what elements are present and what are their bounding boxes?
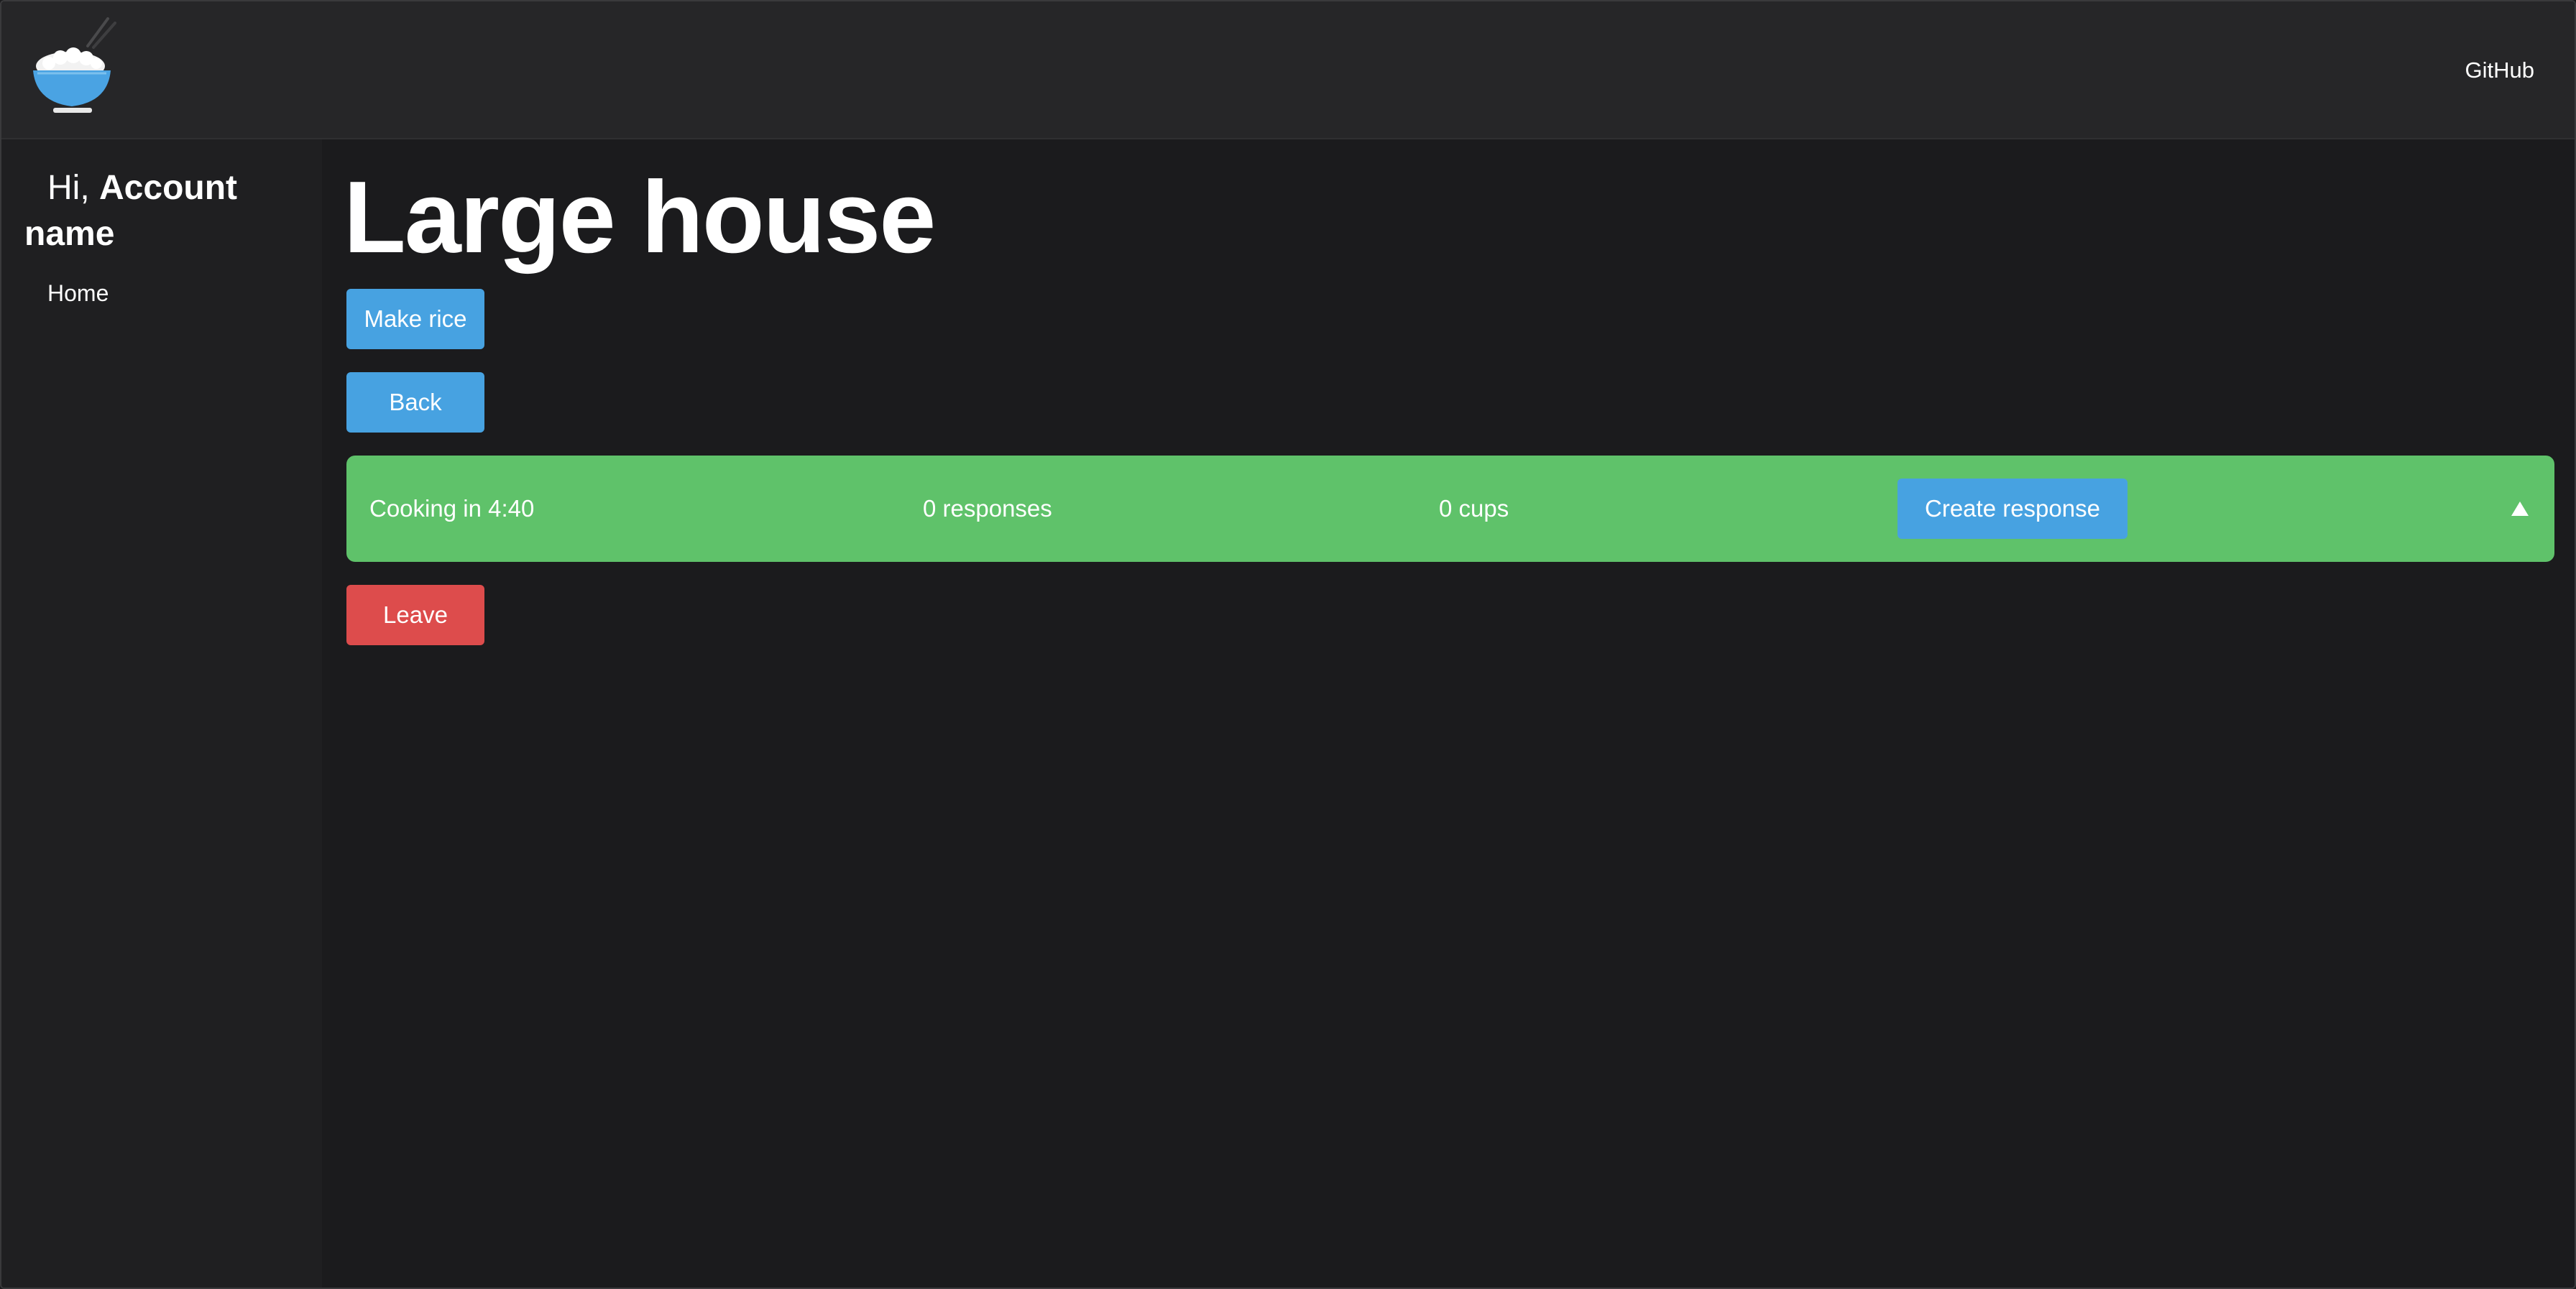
top-navbar: GitHub <box>1 1 2575 139</box>
rice-session-card[interactable]: Cooking in 4:40 0 responses 0 cups Creat… <box>346 456 2554 562</box>
cups-count: 0 cups <box>1439 495 1509 522</box>
sidebar-item-home[interactable]: Home <box>47 280 109 307</box>
user-greeting: Hi, Account name <box>24 165 298 257</box>
page-title: Large house <box>344 160 936 274</box>
caret-up-icon[interactable] <box>2507 496 2533 522</box>
create-response-button[interactable]: Create response <box>1898 479 2128 539</box>
leave-button[interactable]: Leave <box>346 585 484 645</box>
greeting-prefix: Hi, <box>47 169 90 207</box>
cooking-status: Cooking in 4:40 <box>369 495 535 522</box>
github-link[interactable]: GitHub <box>2465 57 2534 83</box>
responses-count: 0 responses <box>923 495 1052 522</box>
sidebar: Hi, Account name Home <box>1 139 322 1288</box>
rice-bowl-icon[interactable] <box>27 17 116 116</box>
make-rice-button[interactable]: Make rice <box>346 289 484 349</box>
app-window: GitHub Hi, Account name Home Large house… <box>0 0 2576 1289</box>
back-button[interactable]: Back <box>346 372 484 433</box>
